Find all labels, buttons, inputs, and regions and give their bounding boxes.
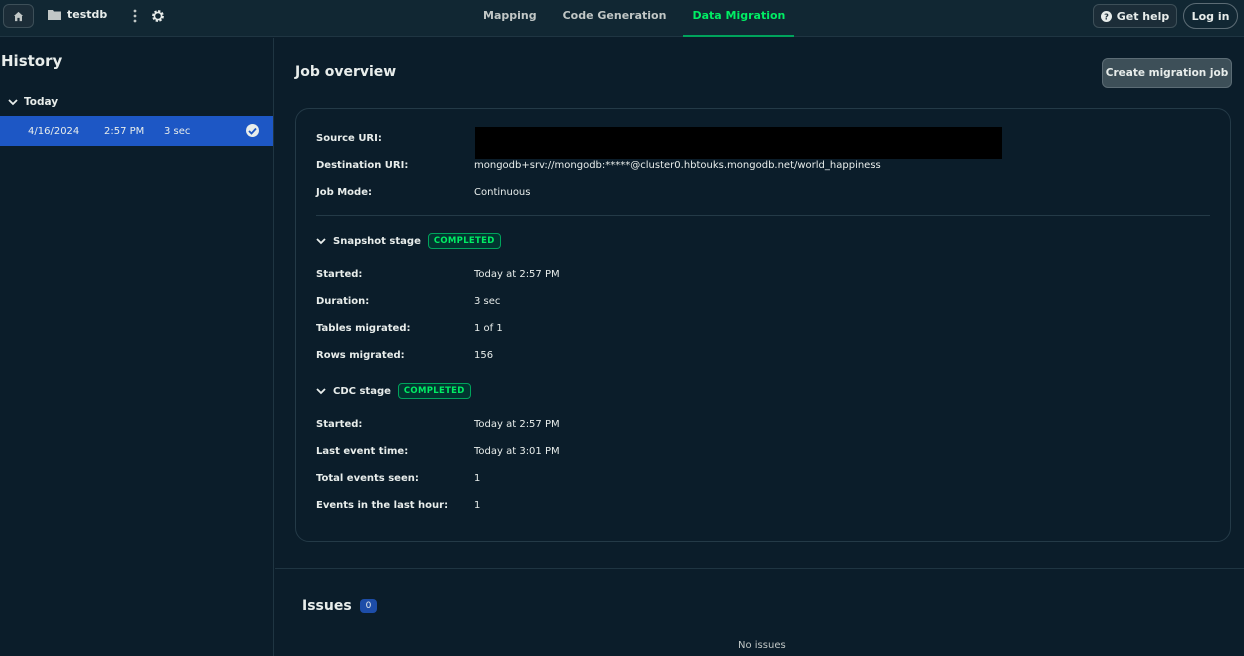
detail-label: Source URI: [316,133,382,144]
detail-value: Today at 2:57 PM [474,419,560,430]
cdc-row: Started: Today at 2:57 PM [316,419,560,430]
divider [316,215,1210,216]
check-circle-icon [246,124,259,137]
status-badge: COMPLETED [427,233,501,249]
history-item-duration: 3 sec [164,125,191,137]
detail-label: Events in the last hour: [316,500,449,511]
detail-value: Today at 2:57 PM [474,269,560,280]
detail-value: 1 [474,500,481,511]
create-migration-job-button[interactable]: Create migration job [1102,58,1232,88]
top-bar: testdb Mapping Code Generation Data Migr… [0,0,1244,37]
cdc-stage-title: CDC stage [333,385,391,397]
history-sidebar: History Today 4/16/2024 2:57 PM 3 sec [0,38,274,656]
snapshot-row: Duration: 3 sec [316,296,500,307]
detail-row-destination-uri: Destination URI: mongodb+srv://mongodb:*… [316,160,881,171]
svg-text:?: ? [1104,11,1109,21]
get-help-button[interactable]: ? Get help [1093,4,1177,28]
history-item-time: 2:57 PM [104,125,145,137]
chevron-down-icon [316,237,326,244]
home-button[interactable] [3,4,34,28]
history-item-date: 4/16/2024 [28,125,80,137]
detail-value: 156 [474,350,494,361]
detail-value: Continuous [474,187,531,198]
snapshot-row: Rows migrated: 156 [316,350,493,361]
job-overview-card: Source URI: Destination URI: mongodb+srv… [295,108,1231,542]
snapshot-stage-title: Snapshot stage [333,235,421,247]
tab-code-generation[interactable]: Code Generation [550,0,680,37]
project-selector[interactable]: testdb [48,8,107,21]
sidebar-title: History [1,52,63,70]
no-issues-text: No issues [738,640,786,651]
status-badge: COMPLETED [397,383,471,399]
tab-bar: Mapping Code Generation Data Migration [470,0,798,37]
detail-label: Total events seen: [316,473,419,484]
detail-value: mongodb+srv://mongodb:*****@cluster0.hbt… [474,160,881,171]
project-name: testdb [67,8,108,21]
cdc-stage-toggle[interactable]: CDC stage COMPLETED [316,383,471,399]
section-divider [275,568,1244,569]
group-label: Today [24,96,59,108]
help-icon: ? [1100,10,1112,22]
detail-label: Started: [316,269,363,280]
redacted-block [475,127,1002,159]
detail-row-source-uri: Source URI: [316,133,474,144]
get-help-label: Get help [1116,9,1170,23]
tab-mapping[interactable]: Mapping [470,0,550,37]
detail-label: Job Mode: [316,187,372,198]
detail-row-job-mode: Job Mode: Continuous [316,187,530,198]
more-options-button[interactable] [130,7,140,25]
chevron-down-icon [316,387,326,394]
detail-label: Destination URI: [316,160,409,171]
page-title: Job overview [295,64,397,80]
issues-title: Issues [302,598,352,614]
detail-label: Rows migrated: [316,350,405,361]
login-button[interactable]: Log in [1183,3,1238,29]
detail-value: Today at 3:01 PM [474,446,560,457]
cdc-row: Total events seen: 1 [316,473,480,484]
snapshot-row: Started: Today at 2:57 PM [316,269,560,280]
settings-button[interactable] [150,8,166,24]
chevron-down-icon [8,98,18,105]
cdc-row: Last event time: Today at 3:01 PM [316,446,560,457]
snapshot-stage-toggle[interactable]: Snapshot stage COMPLETED [316,233,501,249]
detail-label: Started: [316,419,363,430]
folder-icon [48,10,61,20]
detail-value: 3 sec [474,296,501,307]
snapshot-row: Tables migrated: 1 of 1 [316,323,503,334]
home-icon [13,11,24,21]
detail-label: Duration: [316,296,370,307]
detail-label: Last event time: [316,446,409,457]
issues-count-badge: 0 [359,599,378,613]
history-item[interactable]: 4/16/2024 2:57 PM 3 sec [0,116,273,146]
detail-label: Tables migrated: [316,323,411,334]
kebab-menu-icon [133,9,137,23]
tab-data-migration[interactable]: Data Migration [679,0,798,37]
cdc-row: Events in the last hour: 1 [316,500,480,511]
issues-header: Issues 0 [302,598,378,614]
detail-value: 1 of 1 [474,323,503,334]
gear-icon [152,10,164,22]
detail-value: 1 [474,473,481,484]
history-group-today[interactable]: Today [8,96,58,108]
